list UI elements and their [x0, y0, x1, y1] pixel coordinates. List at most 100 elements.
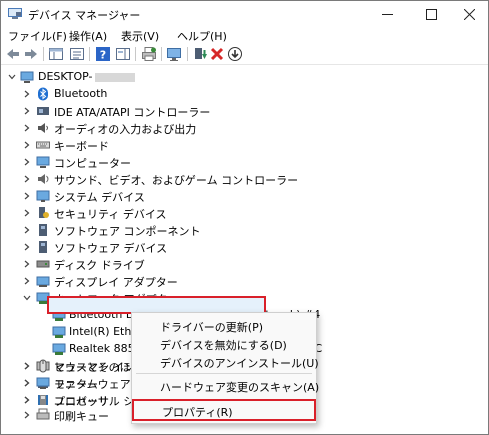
- chevron-right-icon[interactable]: [22, 140, 32, 150]
- context-update-driver[interactable]: ドライバーの更新(P): [160, 319, 263, 335]
- tree-category-label: IDE ATA/ATAPI コントローラー: [54, 106, 211, 119]
- show-hide-tree-icon[interactable]: [69, 46, 85, 62]
- toolbar-separator: [89, 47, 90, 61]
- tree-category-label: ディスプレイ アダプター: [54, 276, 178, 289]
- tree-category[interactable]: ディスク ドライブ: [1, 255, 488, 273]
- minimize-button[interactable]: [367, 1, 407, 27]
- toolbar-separator: [135, 47, 136, 61]
- keyboard-icon: [36, 141, 50, 149]
- chevron-down-icon[interactable]: [7, 72, 17, 82]
- context-disable-device[interactable]: デバイスを無効にする(D): [160, 337, 287, 353]
- menu-action[interactable]: 操作(A): [69, 28, 107, 44]
- update-driver-icon[interactable]: [192, 46, 208, 62]
- chevron-right-icon[interactable]: [22, 410, 32, 420]
- redacted-name: [94, 72, 135, 82]
- context-menu: ドライバーの更新(P) デバイスを無効にする(D) デバイスのアンインストール(…: [131, 312, 319, 424]
- tree-category[interactable]: ソフトウェア コンポーネント: [1, 221, 488, 239]
- chevron-right-icon[interactable]: [22, 242, 32, 252]
- action-pane-icon[interactable]: [115, 46, 131, 62]
- context-properties[interactable]: プロパティ(R): [162, 404, 233, 420]
- chevron-right-icon[interactable]: [22, 89, 32, 99]
- toolbar: ?: [1, 43, 488, 65]
- menu-bar: ファイル(F) 操作(A) 表示(V) ヘルプ(H): [1, 27, 488, 43]
- security-device-icon: [39, 207, 49, 218]
- tree-category[interactable]: セキュリティ デバイス: [1, 204, 488, 222]
- tree-category-label: コンピューター: [54, 157, 131, 170]
- menu-view[interactable]: 表示(V): [121, 28, 159, 44]
- close-button[interactable]: [449, 1, 488, 27]
- network-device-icon: [52, 343, 66, 355]
- tree-category-label: サウンド、ビデオ、およびゲーム コントローラー: [54, 174, 299, 187]
- software-component-icon: [39, 224, 47, 236]
- tree-category[interactable]: キーボード: [1, 136, 488, 154]
- tree-category[interactable]: システム デバイス: [1, 187, 488, 205]
- chevron-right-icon[interactable]: [22, 208, 32, 218]
- back-arrow-icon[interactable]: [5, 46, 21, 62]
- sound-icon: [38, 174, 49, 184]
- forward-arrow-icon[interactable]: [23, 46, 39, 62]
- download-icon[interactable]: [227, 46, 243, 62]
- chevron-right-icon[interactable]: [22, 361, 32, 371]
- device-manager-app-icon: [8, 8, 22, 19]
- chevron-right-icon[interactable]: [22, 191, 32, 201]
- tree-category-label: システム デバイス: [54, 191, 145, 204]
- tree-category-label: ディスク ドライブ: [54, 259, 145, 272]
- chevron-right-icon[interactable]: [22, 225, 32, 235]
- context-uninstall-device[interactable]: デバイスのアンインストール(U): [160, 355, 319, 371]
- device-manager-window: デバイス マネージャー ファイル(F) 操作(A) 表示(V) ヘルプ(H) ?…: [0, 0, 489, 435]
- monitor-icon[interactable]: [166, 46, 182, 62]
- monitor-icon: [36, 377, 50, 389]
- tree-category-label: モニター: [54, 378, 98, 391]
- chevron-right-icon[interactable]: [22, 157, 32, 167]
- tree-category-label: ソフトウェア デバイス: [54, 242, 168, 255]
- tree-category-label: Bluetooth: [54, 87, 108, 100]
- computer-icon: [36, 156, 50, 168]
- context-scan-hardware[interactable]: ハードウェア変更のスキャン(A): [160, 379, 319, 395]
- tree-root[interactable]: DESKTOP-: [1, 68, 488, 86]
- mouse-icon: [39, 359, 47, 373]
- tree-category[interactable]: コンピューター: [1, 153, 488, 171]
- svg-text:?: ?: [100, 49, 106, 62]
- software-device-icon: [39, 241, 47, 253]
- tree-category-label: キーボード: [54, 140, 109, 153]
- tree-category-label: オーディオの入力および出力: [54, 123, 197, 136]
- tree-category[interactable]: サウンド、ビデオ、およびゲーム コントローラー: [1, 170, 488, 188]
- tree-category-label: 印刷キュー: [54, 410, 109, 423]
- computer-icon: [20, 71, 34, 83]
- tree-category[interactable]: オーディオの入力および出力: [1, 119, 488, 137]
- chevron-right-icon[interactable]: [22, 174, 32, 184]
- chevron-right-icon[interactable]: [22, 259, 32, 269]
- tree-category-label: セキュリティ デバイス: [54, 208, 167, 221]
- toolbar-separator: [161, 47, 162, 61]
- title-bar: デバイス マネージャー: [1, 1, 488, 27]
- tree-category[interactable]: ディスプレイ アダプター: [1, 272, 488, 290]
- chevron-right-icon[interactable]: [22, 395, 32, 405]
- tree-category[interactable]: ソフトウェア デバイス: [1, 238, 488, 256]
- tree-category-label: ソフトウェア コンポーネント: [54, 225, 201, 238]
- chevron-right-icon[interactable]: [22, 378, 32, 388]
- display-adapter-icon: [36, 276, 50, 287]
- chevron-right-icon[interactable]: [22, 106, 32, 116]
- tree-category[interactable]: IDE ATA/ATAPI コントローラー: [1, 102, 488, 120]
- toolbar-separator: [43, 47, 44, 61]
- toolbar-separator: [187, 47, 188, 61]
- print-queue-icon: [36, 408, 50, 420]
- help-icon[interactable]: ?: [95, 46, 111, 62]
- audio-icon: [38, 123, 48, 133]
- tree-category[interactable]: Bluetooth: [1, 85, 488, 103]
- menu-file[interactable]: ファイル(F): [8, 28, 67, 44]
- chevron-down-icon[interactable]: [22, 293, 32, 303]
- network-device-icon: [52, 326, 66, 338]
- maximize-button[interactable]: [411, 1, 451, 27]
- window-title: デバイス マネージャー: [28, 9, 141, 22]
- tree-root-label: DESKTOP-: [38, 70, 135, 83]
- chevron-right-icon[interactable]: [22, 123, 32, 133]
- system-device-icon: [36, 190, 50, 202]
- menu-help[interactable]: ヘルプ(H): [177, 28, 227, 44]
- uninstall-icon[interactable]: [209, 46, 225, 62]
- disk-drive-icon: [36, 260, 50, 268]
- chevron-right-icon[interactable]: [22, 276, 32, 286]
- ide-controller-icon: [37, 107, 49, 115]
- print-icon[interactable]: [141, 46, 157, 62]
- properties-pane-icon[interactable]: [48, 46, 64, 62]
